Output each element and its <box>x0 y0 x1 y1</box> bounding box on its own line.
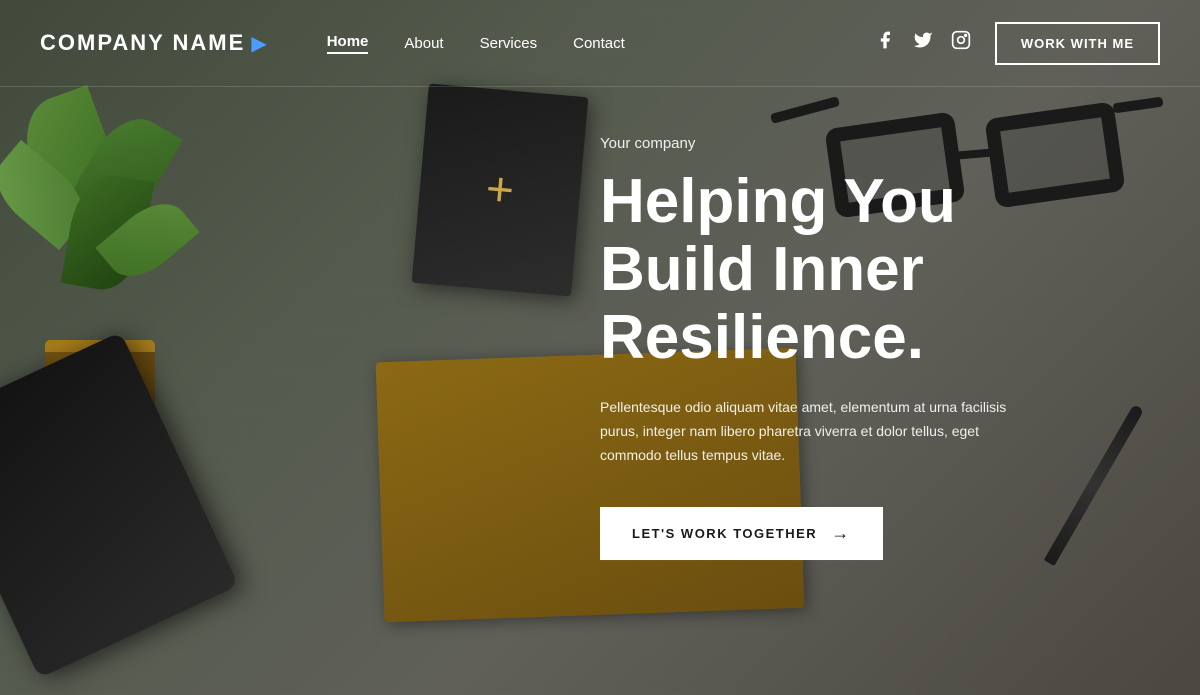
nav-links: Home About Services Contact <box>327 33 875 54</box>
navbar: COMPANY NAME ▶ Home About Services Conta… <box>0 0 1200 87</box>
arrow-icon: → <box>831 523 851 544</box>
brand-icon: ▶ <box>251 31 266 56</box>
hero-subtitle: Your company <box>600 135 1100 152</box>
hero-cta-button[interactable]: LET'S WORK TOGETHER → <box>600 507 883 560</box>
hero-cta-label: LET'S WORK TOGETHER <box>632 526 817 541</box>
plant-leaves <box>0 95 200 355</box>
brand-name: COMPANY NAME <box>40 30 245 56</box>
hero-content: Your company Helping You Build Inner Res… <box>600 135 1100 561</box>
work-with-me-button[interactable]: WORK WITH ME <box>995 22 1160 65</box>
notebook-decoration <box>412 83 589 296</box>
twitter-icon[interactable] <box>913 30 933 56</box>
nav-right: WORK WITH ME <box>875 22 1160 65</box>
nav-services[interactable]: Services <box>480 35 538 52</box>
facebook-icon[interactable] <box>875 30 895 56</box>
social-icons <box>875 30 971 56</box>
instagram-icon[interactable] <box>951 30 971 56</box>
hero-description: Pellentesque odio aliquam vitae amet, el… <box>600 396 1040 467</box>
hero-title: Helping You Build Inner Resilience. <box>600 168 1100 373</box>
nav-home[interactable]: Home <box>327 33 369 54</box>
nav-about[interactable]: About <box>404 35 443 52</box>
nav-contact[interactable]: Contact <box>573 35 625 52</box>
brand: COMPANY NAME ▶ <box>40 30 267 56</box>
